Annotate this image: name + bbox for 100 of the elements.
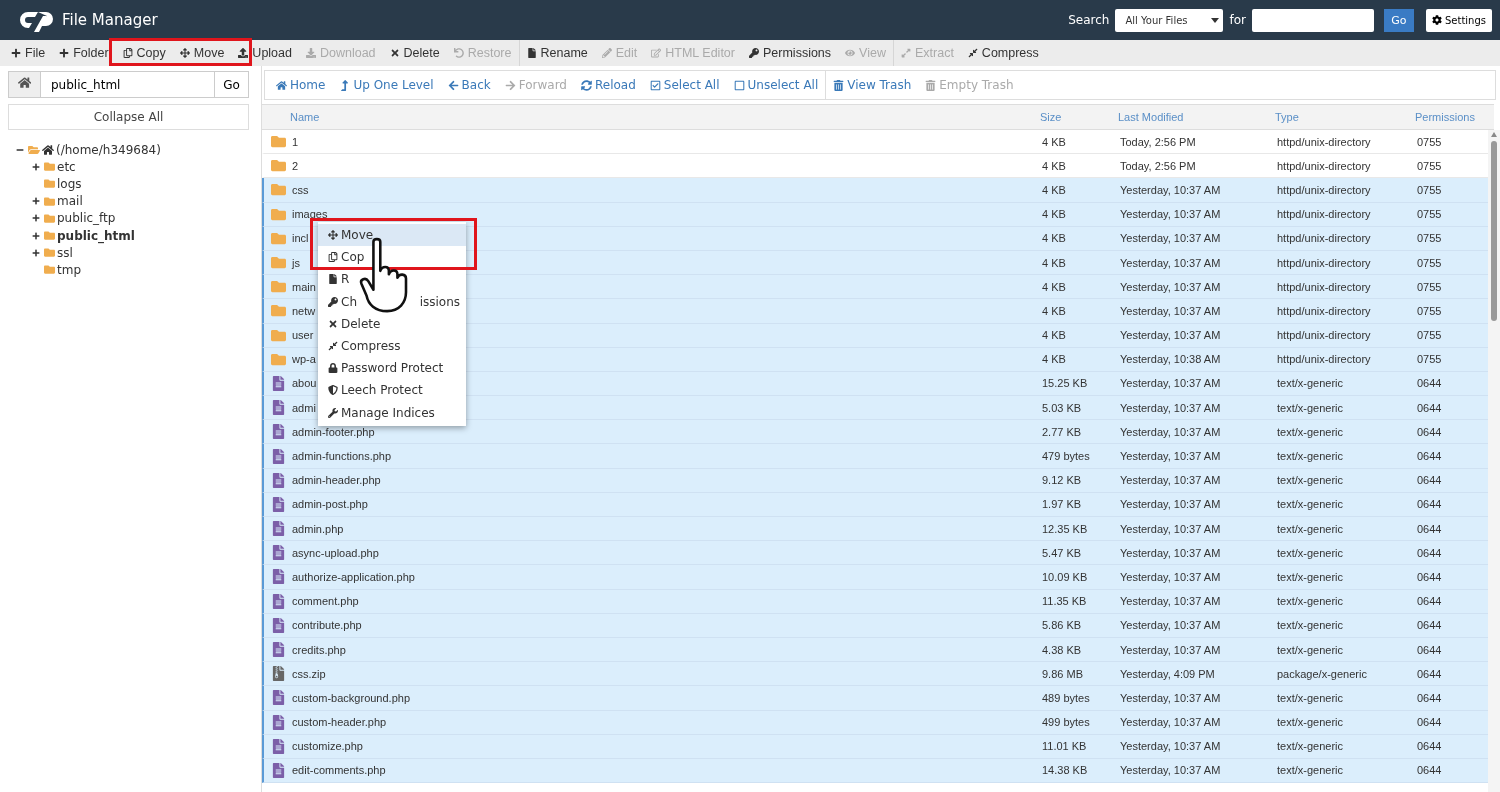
close-icon xyxy=(328,318,338,329)
pencil-icon xyxy=(601,48,612,58)
key-icon xyxy=(749,48,759,58)
file-size: 10.09 KB xyxy=(1042,570,1088,583)
tree-item[interactable]: tmp xyxy=(57,262,81,277)
modified-date: Yesterday, 10:37 AM xyxy=(1120,280,1221,293)
file-name: edit-comments.php xyxy=(292,764,386,777)
file-name: css.zip xyxy=(292,667,326,680)
nav-button[interactable]: Unselect All xyxy=(726,78,826,92)
file-name: authorize-application.php xyxy=(292,570,415,583)
toolbar-button[interactable]: File xyxy=(4,40,53,66)
file-row[interactable]: admin-footer.php 2.77 KB Yesterday, 10:37 AM text/x-generic 0644 xyxy=(262,420,1488,445)
expand-icon[interactable] xyxy=(32,214,40,223)
file-type: httpd/unix-directory xyxy=(1277,329,1371,342)
menu-item[interactable]: Move xyxy=(318,224,466,247)
folder-icon xyxy=(270,134,286,150)
file-row[interactable]: credits.php 4.38 KB Yesterday, 10:37 AM text/x-generic 0644 xyxy=(262,637,1488,663)
tree-item[interactable]: logs xyxy=(57,176,82,191)
file-icon xyxy=(270,448,286,464)
path-field[interactable]: public_html Go xyxy=(8,71,249,98)
permissions: 0644 xyxy=(1417,498,1442,511)
modified-date: Yesterday, 10:37 AM xyxy=(1120,401,1221,414)
modified-date: Yesterday, 10:37 AM xyxy=(1120,570,1221,583)
file-row[interactable]: admin-post.php 1.97 KB Yesterday, 10:37 AM text/x-generic 0644 xyxy=(262,492,1488,517)
tree-item[interactable]: public_html xyxy=(57,228,135,243)
compress-icon xyxy=(967,48,978,58)
collapse-all-button[interactable]: Collapse All xyxy=(8,104,249,130)
file-type: text/x-generic xyxy=(1277,570,1344,583)
home-button[interactable] xyxy=(9,72,41,97)
scrollbar[interactable] xyxy=(1488,130,1500,792)
modified-date: Yesterday, 10:37 AM xyxy=(1120,498,1221,511)
compress-icon xyxy=(328,341,338,352)
permissions: 0644 xyxy=(1417,425,1442,438)
nav-button[interactable]: Back xyxy=(440,78,498,92)
file-row[interactable]: async-upload.php 5.47 KB Yesterday, 10:37 AM text/x-generic 0644 xyxy=(262,541,1488,566)
undo-icon xyxy=(453,48,464,58)
tree-item[interactable]: (/home/h349684) xyxy=(56,142,161,157)
file-size: 5.47 KB xyxy=(1042,546,1082,559)
nav-button[interactable]: Reload xyxy=(574,78,643,92)
modified-date: Yesterday, 10:38 AM xyxy=(1120,353,1221,366)
file-row[interactable]: custom-background.php 489 bytes Yesterday, 10:37 AM text/x-generic 0644 xyxy=(262,686,1488,711)
go-button[interactable]: Go xyxy=(1384,8,1414,32)
folder-icon xyxy=(270,206,286,222)
plus-icon xyxy=(59,48,70,58)
search-field[interactable] xyxy=(1252,8,1374,32)
permissions: 0755 xyxy=(1417,135,1442,148)
expand-icon[interactable] xyxy=(32,248,40,257)
file-row[interactable]: admin.php 12.35 KB Yesterday, 10:37 AM text/x-generic 0644 xyxy=(262,517,1488,542)
file-type: text/x-generic xyxy=(1277,546,1344,559)
file-row[interactable]: css 4 KB Yesterday, 10:37 AM httpd/unix-directory 0755 xyxy=(262,178,1488,203)
scope-dropdown[interactable]: All Your Files xyxy=(1115,8,1224,32)
download-icon xyxy=(306,48,316,58)
modified-date: Yesterday, 10:37 AM xyxy=(1120,304,1221,317)
file-row[interactable]: edit-comments.php 14.38 KB Yesterday, 10:37 AM text/x-generic 0644 xyxy=(262,758,1488,784)
file-row[interactable]: admin-header.php 9.12 KB Yesterday, 10:37 AM text/x-generic 0644 xyxy=(262,468,1488,493)
toolbar-button[interactable]: Copy xyxy=(115,40,173,66)
file-type: text/x-generic xyxy=(1277,401,1344,414)
toolbar-button[interactable]: Compress xyxy=(960,40,1046,66)
file-type: text/x-generic xyxy=(1277,450,1344,463)
modified-date: Yesterday, 10:37 AM xyxy=(1120,256,1221,269)
expand-icon[interactable] xyxy=(32,162,40,171)
lock-icon xyxy=(328,363,338,374)
scroll-up-icon[interactable] xyxy=(1491,132,1497,137)
file-row[interactable]: custom-header.php 499 bytes Yesterday, 10:37 AM text/x-generic 0644 xyxy=(262,710,1488,735)
file-row[interactable]: authorize-application.php 10.09 KB Yesterday, 10:37 AM text/x-generic 0644 xyxy=(262,565,1488,590)
toolbar-button[interactable]: Upload xyxy=(231,40,299,66)
nav-button[interactable]: Home xyxy=(269,78,333,92)
modified-date: Yesterday, 10:37 AM xyxy=(1120,595,1221,608)
toolbar-button[interactable]: Permissions xyxy=(742,40,839,66)
permissions: 0755 xyxy=(1417,329,1442,342)
nav-button[interactable]: Up One Level xyxy=(332,78,441,92)
nav-button[interactable]: View Trash xyxy=(826,78,919,92)
file-size: 4 KB xyxy=(1042,159,1066,172)
empty-box-icon xyxy=(733,79,745,91)
tree-item[interactable]: mail xyxy=(57,194,83,209)
tree-item[interactable]: etc xyxy=(57,159,76,174)
toolbar-button[interactable]: Rename xyxy=(519,40,595,66)
toolbar-button[interactable]: Delete xyxy=(382,40,447,66)
nav-button[interactable]: Select All xyxy=(642,78,727,92)
file-row[interactable]: comment.php 11.35 KB Yesterday, 10:37 AM text/x-generic 0644 xyxy=(262,589,1488,614)
toolbar-button[interactable]: Move xyxy=(172,40,232,66)
app-title: File Manager xyxy=(62,11,159,29)
tree-item[interactable]: public_ftp xyxy=(57,211,116,226)
folder-icon xyxy=(270,182,286,198)
file-name: netw xyxy=(292,304,316,317)
file-row[interactable]: css.zip 9.86 MB Yesterday, 4:09 PM package/x-generic 0644 xyxy=(262,662,1488,687)
file-type: text/x-generic xyxy=(1277,643,1344,656)
file-row[interactable]: admin-functions.php 479 bytes Yesterday, 10:37 AM text/x-generic 0644 xyxy=(262,444,1488,469)
arrow-right-icon xyxy=(504,79,516,91)
expand-icon[interactable] xyxy=(32,231,40,240)
folder-icon xyxy=(44,178,55,190)
shield-icon xyxy=(328,385,338,396)
file-row[interactable]: customize.php 11.01 KB Yesterday, 10:37 AM text/x-generic 0644 xyxy=(262,734,1488,759)
file-icon xyxy=(270,375,286,391)
file-row[interactable]: contribute.php 5.86 KB Yesterday, 10:37 AM text/x-generic 0644 xyxy=(262,613,1488,638)
toolbar-button[interactable]: Folder xyxy=(52,40,116,66)
tree-item[interactable]: ssl xyxy=(57,245,73,260)
settings-button[interactable]: Settings xyxy=(1426,8,1492,32)
modified-date: Yesterday, 10:37 AM xyxy=(1120,691,1221,704)
expand-icon[interactable] xyxy=(32,197,40,206)
